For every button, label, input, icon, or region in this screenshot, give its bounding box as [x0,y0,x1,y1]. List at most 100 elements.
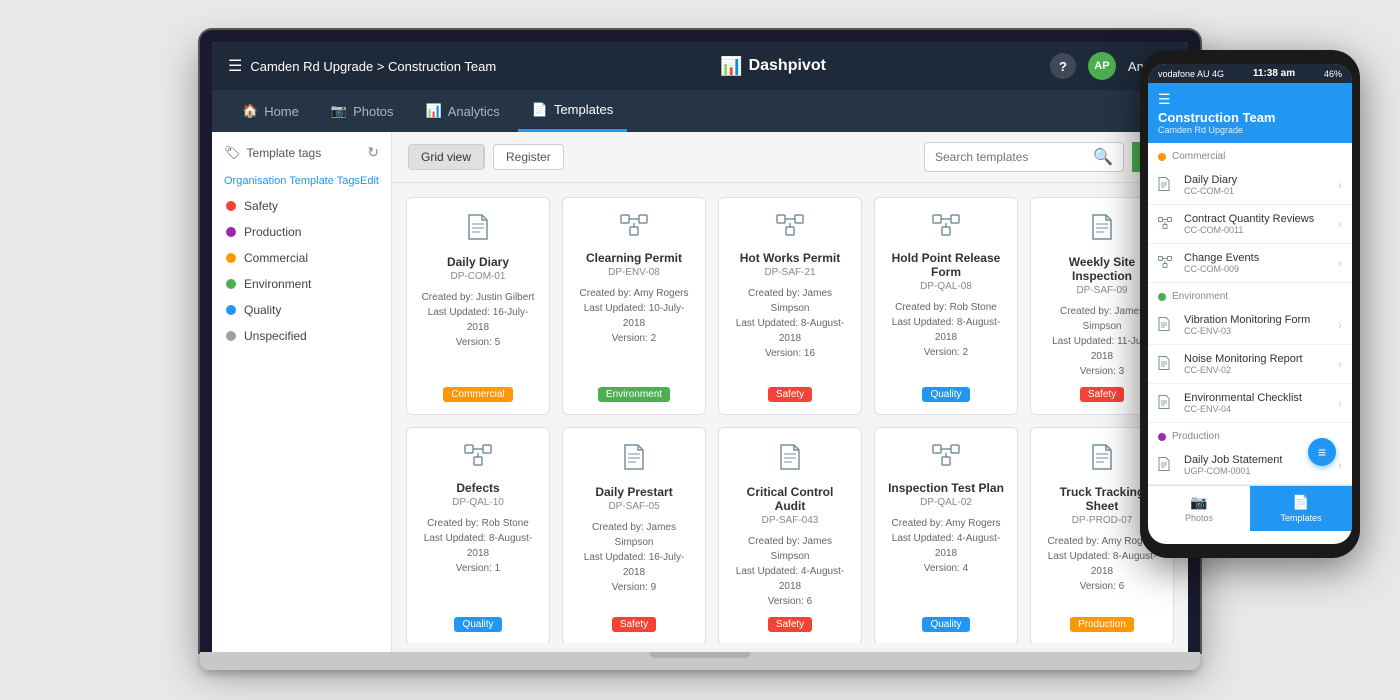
hamburger-menu-icon[interactable]: ☰ [228,56,242,76]
phone-tab-templates[interactable]: 📄 Templates [1250,486,1352,531]
phone-item-icon [1158,395,1178,412]
tag-dot [226,253,236,263]
sidebar-item-home[interactable]: 🏠 Home [228,90,313,132]
phone-content: Commercial Daily Diary CC-COM-01 › Contr… [1148,143,1352,485]
register-button[interactable]: Register [493,144,564,170]
tag-label: Production [244,225,301,239]
home-icon: 🏠 [242,103,258,119]
tag-icon: 🏷 [224,145,241,161]
card-icon [620,214,648,243]
phone-item-title: Noise Monitoring Report [1184,353,1338,365]
card-tag: Safety [612,617,656,632]
card-icon [1091,214,1113,247]
phone-item-icon [1158,457,1178,474]
card-meta: Created by: James SimpsonLast Updated: 1… [575,520,693,595]
phone-fab-button[interactable]: ≡ [1308,438,1336,466]
template-card[interactable]: Clearning Permit DP-ENV-08 Created by: A… [562,197,706,415]
phone-carrier: vodafone AU 4G [1158,69,1224,79]
view-toggle: Grid view [408,144,485,170]
card-tag: Quality [922,387,969,402]
template-card[interactable]: Defects DP-QAL-10 Created by: Rob StoneL… [406,427,550,643]
card-tag: Safety [1080,387,1124,402]
card-code: DP-SAF-043 [762,515,819,526]
card-code: DP-QAL-10 [452,497,504,508]
phone-hamburger-icon[interactable]: ☰ [1158,91,1342,108]
phone-item-title: Change Events [1184,252,1338,264]
phone-item-code: CC-ENV-04 [1184,404,1338,414]
card-meta: Created by: James SimpsonLast Updated: 4… [731,534,849,609]
card-icon [932,444,960,473]
phone-item-code: CC-COM-01 [1184,186,1338,196]
tag-item-quality[interactable]: Quality [212,297,391,323]
chevron-right-icon: › [1338,357,1342,371]
tag-dot [226,305,236,315]
card-code: DP-COM-01 [450,271,505,282]
phone-status-bar: vodafone AU 4G 11:38 am 46% [1148,64,1352,83]
dashpivot-logo-icon: 📊 [720,56,742,77]
tag-label: Commercial [244,251,308,265]
section-label: Commercial [1172,151,1225,162]
search-box[interactable]: 🔍 [924,142,1124,172]
sidebar-item-analytics[interactable]: 📊 Analytics [412,90,514,132]
nav-photos-label: Photos [353,104,393,119]
template-card[interactable]: Inspection Test Plan DP-QAL-02 Created b… [874,427,1018,643]
chevron-right-icon: › [1338,217,1342,231]
phone-list-item[interactable]: Change Events CC-COM-009 › [1148,244,1352,283]
card-title: Daily Prestart [595,485,672,499]
phone-list-item[interactable]: Environmental Checklist CC-ENV-04 › [1148,384,1352,423]
phone-tab-photos[interactable]: 📷 Photos [1148,486,1250,531]
content-toolbar: Grid view Register 🔍 [392,132,1188,183]
phone-item-content: Change Events CC-COM-009 [1184,252,1338,274]
card-tag: Quality [922,617,969,632]
sidebar-item-templates[interactable]: 📄 Templates [518,90,627,132]
chevron-right-icon: › [1338,256,1342,270]
tag-label: Environment [244,277,311,291]
card-meta: Created by: James SimpsonLast Updated: 8… [731,286,849,361]
tag-item-environment[interactable]: Environment [212,271,391,297]
phone-item-icon [1158,356,1178,373]
phone-list-item[interactable]: Vibration Monitoring Form CC-ENV-03 › [1148,306,1352,345]
grid-view-button[interactable]: Grid view [409,145,483,169]
section-label: Environment [1172,291,1228,302]
org-tags-label: Organisation Template Tags [224,175,360,187]
chevron-right-icon: › [1338,458,1342,472]
card-code: DP-SAF-09 [1076,285,1127,296]
search-icon: 🔍 [1093,147,1113,167]
help-button[interactable]: ? [1050,53,1076,79]
phone-item-title: Contract Quantity Reviews [1184,213,1338,225]
phone-battery: 46% [1324,69,1342,79]
template-card[interactable]: Daily Diary DP-COM-01 Created by: Justin… [406,197,550,415]
phone-item-icon [1158,317,1178,334]
photos-icon: 📷 [331,103,347,119]
card-meta: Created by: Rob StoneLast Updated: 8-Aug… [887,300,1005,360]
card-code: DP-ENV-08 [608,267,660,278]
search-input[interactable] [935,150,1087,164]
card-title: Daily Diary [447,255,509,269]
card-icon [779,444,801,477]
phone-item-code: CC-COM-0011 [1184,225,1338,235]
tag-item-safety[interactable]: Safety [212,193,391,219]
tag-item-commercial[interactable]: Commercial [212,245,391,271]
template-card[interactable]: Hold Point Release Form DP-QAL-08 Create… [874,197,1018,415]
template-card[interactable]: Daily Prestart DP-SAF-05 Created by: Jam… [562,427,706,643]
sidebar-item-photos[interactable]: 📷 Photos [317,90,408,132]
chevron-right-icon: › [1338,318,1342,332]
phone-list-item[interactable]: Contract Quantity Reviews CC-COM-0011 › [1148,205,1352,244]
chevron-right-icon: › [1338,178,1342,192]
phone-list-item[interactable]: Daily Diary CC-COM-01 › [1148,166,1352,205]
phone-item-icon [1158,217,1178,232]
phone-photos-icon: 📷 [1190,494,1207,511]
phone-section-header: Commercial [1148,143,1352,166]
edit-tags-link[interactable]: Edit [360,175,379,187]
tag-item-unspecified[interactable]: Unspecified [212,323,391,349]
template-card[interactable]: Hot Works Permit DP-SAF-21 Created by: J… [718,197,862,415]
template-card[interactable]: Critical Control Audit DP-SAF-043 Create… [718,427,862,643]
card-meta: Created by: Amy RogersLast Updated: 4-Au… [887,516,1005,576]
content-area: Grid view Register 🔍 Daily Diary DP-COM-… [392,132,1188,652]
phone-item-title: Daily Diary [1184,174,1338,186]
refresh-icon[interactable]: ↻ [367,144,379,161]
analytics-icon: 📊 [426,103,442,119]
tag-item-production[interactable]: Production [212,219,391,245]
phone-list-item[interactable]: Noise Monitoring Report CC-ENV-02 › [1148,345,1352,384]
card-tag: Quality [454,617,501,632]
